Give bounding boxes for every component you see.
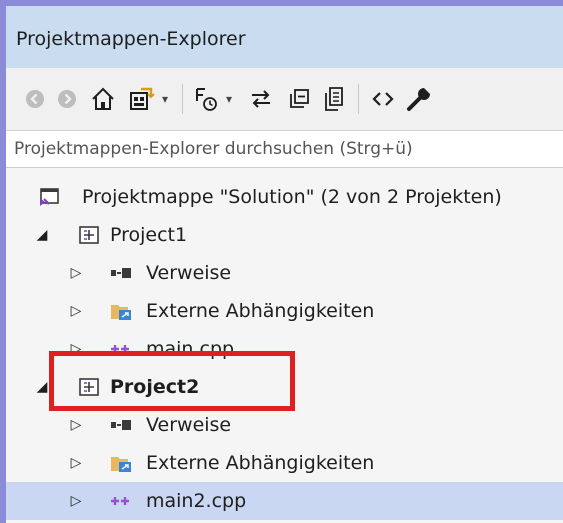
sync-with-active-document-button[interactable]	[246, 82, 276, 116]
tree-item-project1[interactable]: ◢ Project1	[6, 216, 563, 254]
tree-item-label: Projektmappe "Solution" (2 von 2 Projekt…	[82, 186, 502, 208]
switch-views-button[interactable]	[126, 82, 158, 116]
expanded-arrow-icon[interactable]: ◢	[35, 225, 49, 245]
collapsed-arrow-icon[interactable]: ▷	[69, 453, 83, 473]
solution-icon	[40, 188, 59, 206]
cpp-project-icon	[79, 226, 99, 244]
tree-item-label: Verweise	[146, 414, 232, 436]
panel-title-bar[interactable]: Projektmappen-Explorer	[6, 6, 563, 68]
chevron-down-icon: ▾	[225, 92, 233, 106]
tree-item-label: Externe Abhängigkeiten	[146, 300, 375, 322]
tree-item-label: Verweise	[146, 262, 232, 284]
code-icon	[372, 92, 394, 106]
collapsed-arrow-icon[interactable]: ▷	[69, 339, 83, 359]
properties-icon	[407, 88, 430, 111]
search-box	[6, 130, 563, 168]
collapsed-arrow-icon[interactable]: ▷	[69, 263, 83, 283]
home-button[interactable]	[88, 82, 118, 116]
references-icon	[111, 420, 131, 430]
collapse-all-button[interactable]	[284, 82, 314, 116]
pending-changes-icon	[196, 88, 217, 111]
tree-item-main-cpp[interactable]: ▷ main.cpp	[6, 330, 563, 368]
external-dependencies-folder-icon	[111, 457, 131, 472]
cpp-file-icon	[111, 345, 129, 353]
switch-views-dropdown[interactable]: ▾	[158, 82, 172, 116]
external-dependencies-folder-icon	[111, 305, 131, 320]
collapsed-arrow-icon[interactable]: ▷	[69, 491, 83, 511]
chevron-down-icon: ▾	[161, 92, 169, 106]
toolbar: ▾ ▾	[6, 68, 563, 130]
toolbar-separator	[182, 84, 183, 114]
tree-item-label: Project2	[110, 376, 200, 398]
tree-item-references[interactable]: ▷ Verweise	[6, 254, 563, 292]
expanded-arrow-icon[interactable]: ◢	[35, 377, 49, 397]
tree-item-label: main2.cpp	[146, 490, 247, 512]
forward-icon	[58, 90, 76, 108]
tree-item-external-dependencies[interactable]: ▷ Externe Abhängigkeiten	[6, 292, 563, 330]
back-button[interactable]	[22, 82, 48, 116]
toolbar-separator	[358, 84, 359, 114]
solution-explorer-panel: Projektmappen-Explorer ▾ ▾ Projektmappen…	[0, 0, 563, 523]
show-all-files-icon	[325, 87, 343, 111]
show-all-files-button[interactable]	[320, 82, 350, 116]
tree-item-project2[interactable]: ◢ Project2	[6, 368, 563, 406]
back-icon	[26, 90, 44, 108]
properties-button[interactable]	[404, 82, 434, 116]
tree-item-solution[interactable]: Projektmappe "Solution" (2 von 2 Projekt…	[6, 178, 563, 216]
panel-title: Projektmappen-Explorer	[16, 28, 246, 50]
sync-icon	[252, 90, 270, 108]
collapsed-arrow-icon[interactable]: ▷	[69, 415, 83, 435]
forward-button[interactable]	[54, 82, 80, 116]
tree-item-label: Project1	[110, 224, 188, 246]
tree-item-external-dependencies[interactable]: ▷ Externe Abhängigkeiten	[6, 444, 563, 482]
view-code-button[interactable]	[368, 82, 398, 116]
home-icon	[92, 87, 114, 110]
collapsed-arrow-icon[interactable]: ▷	[69, 301, 83, 321]
switch-views-icon	[130, 87, 155, 110]
tree-item-label: main.cpp	[146, 338, 235, 360]
tree-item-label: Externe Abhängigkeiten	[146, 452, 375, 474]
collapse-all-icon	[290, 89, 309, 108]
tree-item-references[interactable]: ▷ Verweise	[6, 406, 563, 444]
cpp-file-icon	[111, 497, 129, 505]
pending-changes-button[interactable]	[192, 82, 222, 116]
pending-changes-dropdown[interactable]: ▾	[222, 82, 236, 116]
cpp-project-icon	[79, 378, 99, 396]
search-input[interactable]	[14, 135, 544, 163]
tree-item-main2-cpp[interactable]: ▷ main2.cpp	[6, 482, 563, 520]
solution-tree: Projektmappe "Solution" (2 von 2 Projekt…	[6, 168, 563, 523]
references-icon	[111, 268, 131, 278]
